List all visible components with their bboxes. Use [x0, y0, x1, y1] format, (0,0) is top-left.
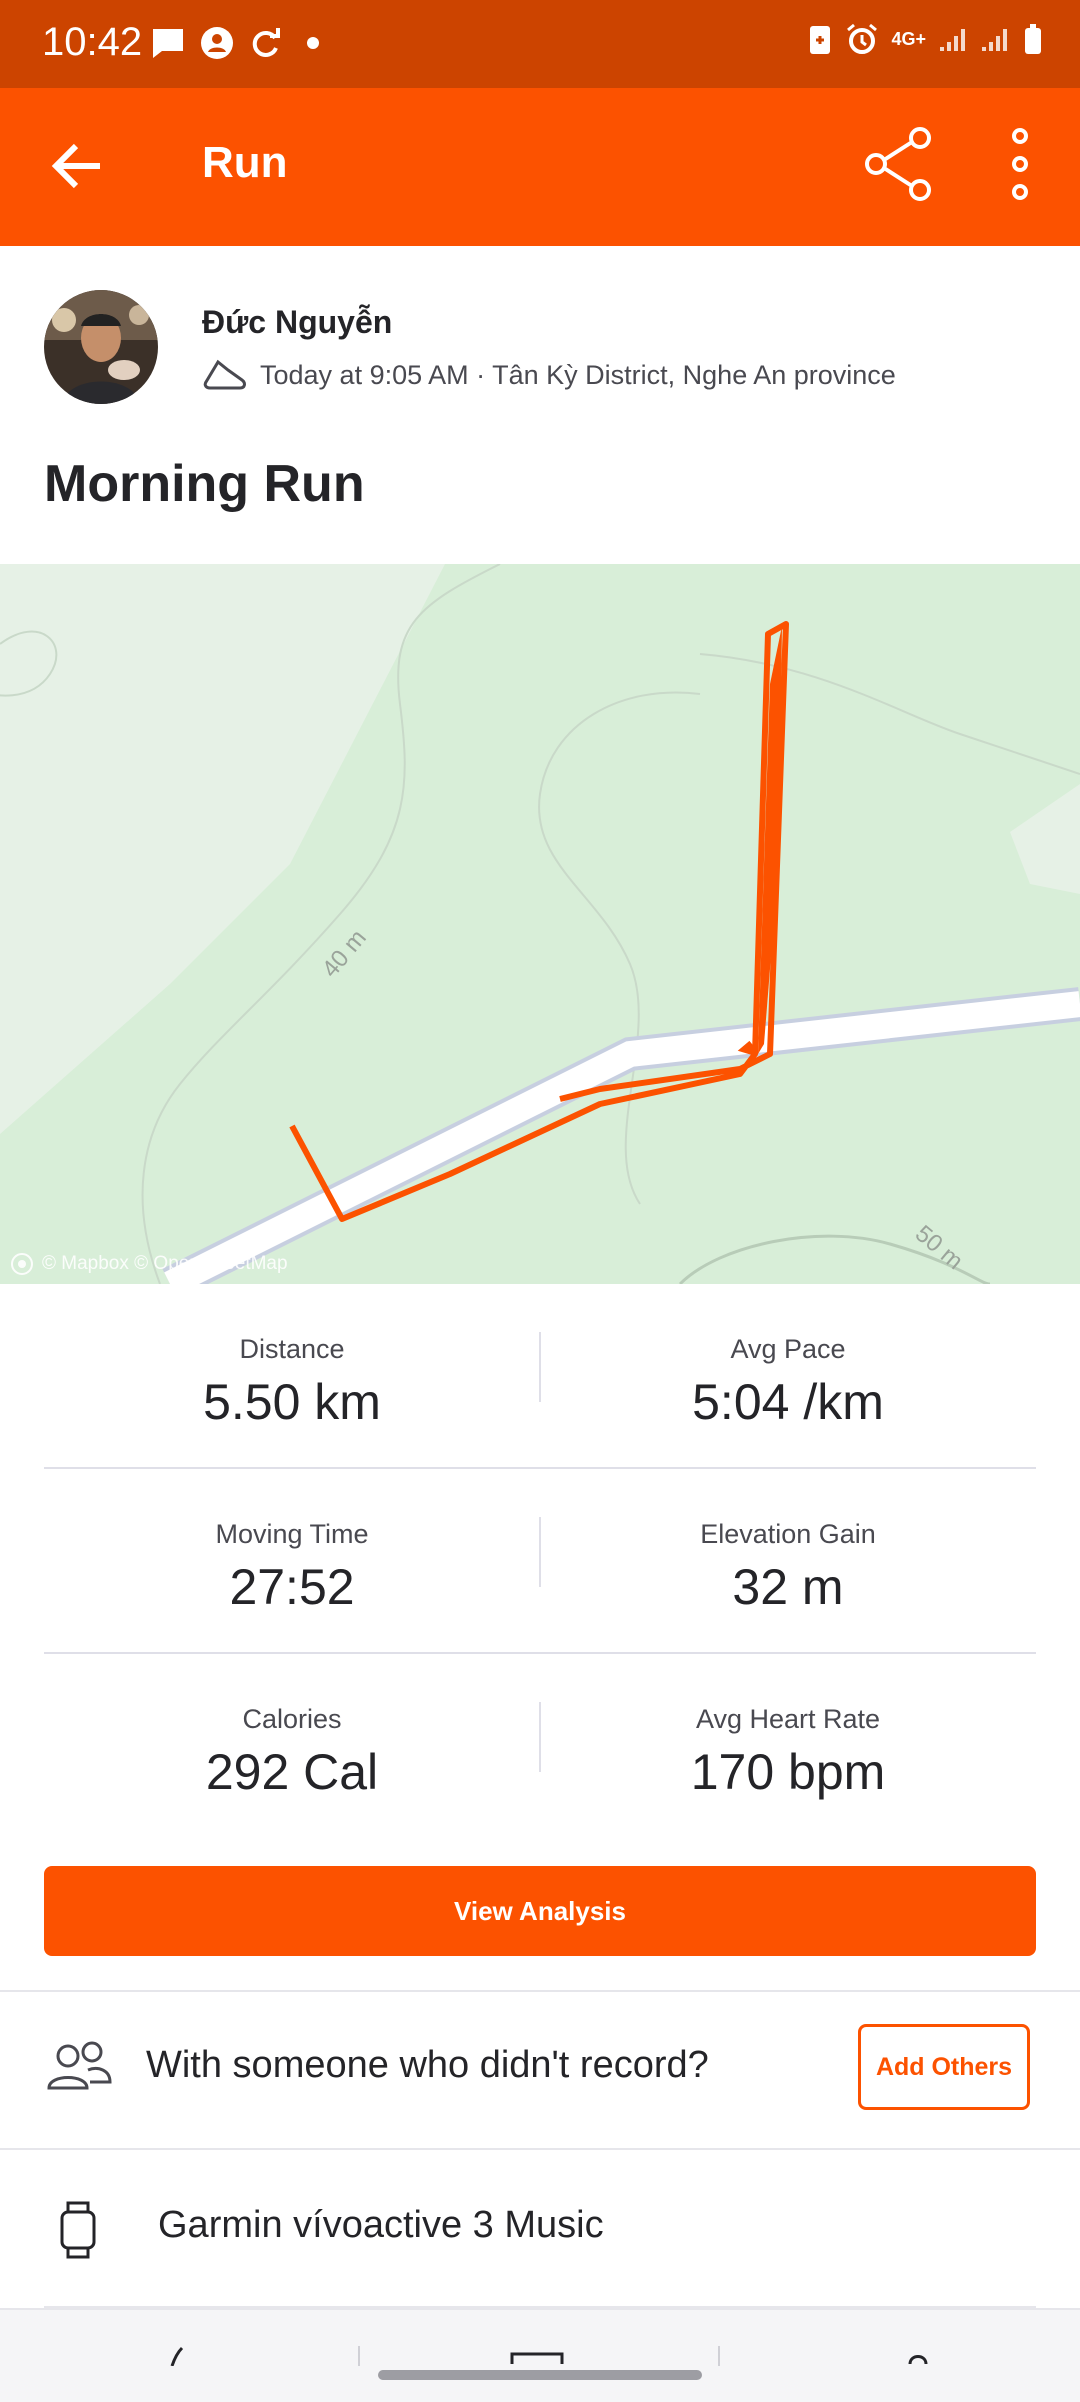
- stat-row: Calories 292 Cal Avg Heart Rate 170 bpm: [44, 1654, 1036, 1837]
- with-someone-text: With someone who didn't record?: [146, 2044, 709, 2086]
- activity-meta-text: Today at 9:05 AM · Tân Kỳ District, Nghe…: [260, 359, 896, 390]
- device-row[interactable]: Garmin vívoactive 3 Music: [0, 2150, 1080, 2306]
- signal-icon: [982, 29, 1007, 51]
- stat-value: 292 Cal: [205, 1744, 379, 1800]
- share-icon: [865, 127, 931, 201]
- watch-icon: [60, 2201, 96, 2259]
- stat-value: 170 bpm: [690, 1744, 886, 1800]
- back-button[interactable]: [44, 130, 116, 202]
- arrow-left-icon: [51, 143, 100, 189]
- stat-distance: Distance 5.50 km: [44, 1284, 540, 1467]
- share-button[interactable]: [860, 124, 940, 204]
- nav-separator: [718, 2346, 720, 2366]
- comment-icon[interactable]: [510, 2350, 564, 2366]
- device-name: Garmin vívoactive 3 Music: [158, 2204, 604, 2246]
- route-map[interactable]: 40 m 50 m © Mapbox © OpenStreetMap: [0, 564, 1080, 1284]
- stats-grid: Distance 5.50 km Avg Pace 5:04 /km Movin…: [44, 1284, 1036, 1837]
- stat-label: Distance: [239, 1334, 345, 1364]
- stat-value: 27:52: [229, 1559, 355, 1615]
- share-activity-icon[interactable]: [906, 2342, 930, 2366]
- bottom-navigation: [0, 2308, 1080, 2402]
- stat-value: 5:04 /km: [692, 1374, 884, 1430]
- stat-elevation-gain: Elevation Gain 32 m: [540, 1469, 1036, 1652]
- map-attribution[interactable]: © Mapbox © OpenStreetMap: [10, 1252, 288, 1276]
- stat-row: Distance 5.50 km Avg Pace 5:04 /km: [44, 1284, 1036, 1469]
- add-others-row: With someone who didn't record? Add Othe…: [0, 1992, 1080, 2148]
- stat-label: Moving Time: [215, 1519, 369, 1549]
- stat-avg-pace: Avg Pace 5:04 /km: [540, 1284, 1036, 1467]
- network-4g-icon: 4G+: [891, 29, 926, 49]
- account-icon: [201, 27, 233, 59]
- mapbox-logo-icon: [11, 1253, 33, 1275]
- stat-label: Avg Pace: [730, 1334, 846, 1364]
- avatar[interactable]: [44, 290, 158, 404]
- app-bar: Run: [0, 88, 1080, 246]
- page-title: Run: [202, 138, 288, 187]
- dot-icon: [307, 37, 319, 49]
- stat-label: Avg Heart Rate: [695, 1704, 881, 1734]
- more-options-button[interactable]: [990, 124, 1050, 204]
- sync-icon: [252, 28, 280, 57]
- nav-separator: [358, 2346, 360, 2366]
- gesture-bar: [378, 2370, 702, 2380]
- activity-header: Đức Nguyễn Today at 9:05 AM · Tân Kỳ Dis…: [0, 246, 1080, 564]
- stat-value: 32 m: [732, 1559, 844, 1615]
- activity-title: Morning Run: [44, 455, 365, 513]
- athlete-name[interactable]: Đức Nguyễn: [202, 304, 392, 341]
- kudos-icon[interactable]: [168, 2342, 192, 2366]
- activity-meta: Today at 9:05 AM · Tân Kỳ District, Nghe…: [202, 356, 896, 394]
- alarm-icon: [847, 23, 878, 54]
- stat-avg-heart-rate: Avg Heart Rate 170 bpm: [540, 1654, 1036, 1837]
- status-bar: 10:42 4G+: [0, 0, 1080, 88]
- message-icon: [153, 29, 183, 58]
- signal-icon: [940, 29, 965, 51]
- status-left-icons: [150, 26, 330, 60]
- battery-saver-icon: [810, 26, 831, 54]
- stat-moving-time: Moving Time 27:52: [44, 1469, 540, 1652]
- people-icon: [47, 2041, 112, 2090]
- stat-row: Moving Time 27:52 Elevation Gain 32 m: [44, 1469, 1036, 1654]
- stat-calories: Calories 292 Cal: [44, 1654, 540, 1837]
- avatar-image: [44, 290, 158, 404]
- stat-value: 5.50 km: [203, 1374, 381, 1430]
- battery-icon: [1025, 24, 1041, 54]
- stat-label: Elevation Gain: [700, 1519, 876, 1549]
- shoe-icon: [203, 359, 246, 390]
- status-time: 10:42: [42, 20, 143, 64]
- stat-label: Calories: [242, 1704, 342, 1734]
- more-vertical-icon: [1012, 128, 1028, 200]
- view-analysis-button[interactable]: View Analysis: [44, 1866, 1036, 1956]
- status-right-icons: 4G+: [807, 22, 1044, 56]
- add-others-button[interactable]: Add Others: [858, 2024, 1030, 2110]
- map-canvas: [0, 564, 1080, 1284]
- map-attribution-text: © Mapbox © OpenStreetMap: [42, 1253, 288, 1274]
